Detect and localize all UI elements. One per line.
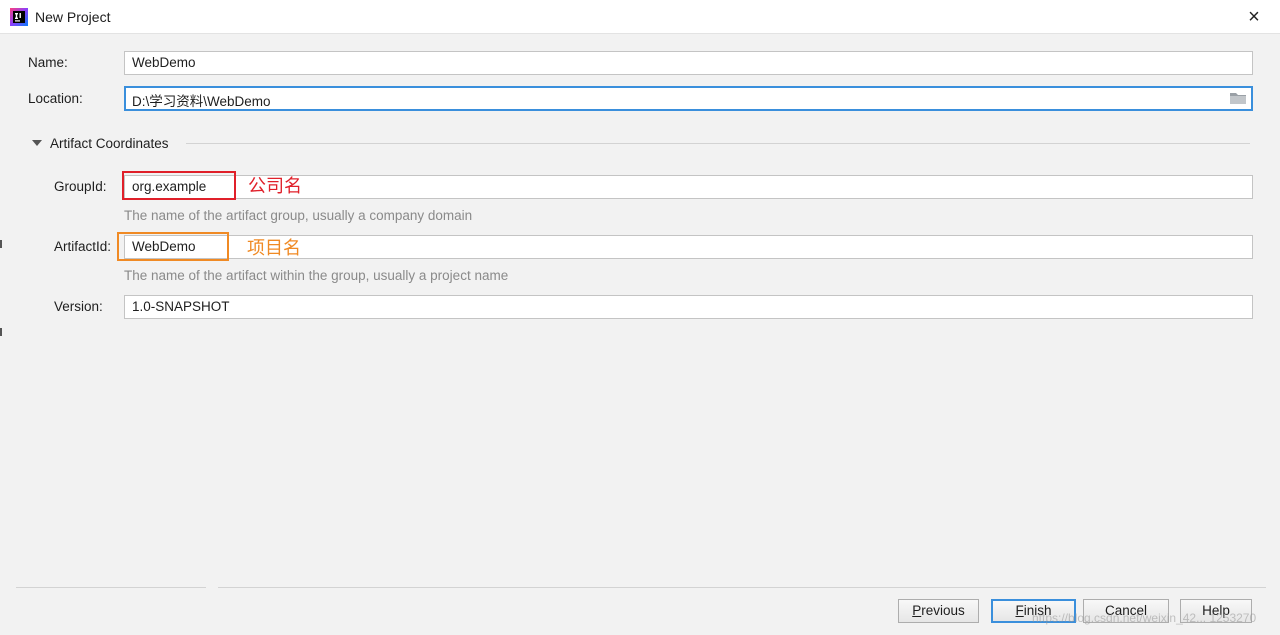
location-label: Location:	[28, 91, 83, 106]
groupid-annotation: 公司名	[248, 176, 302, 196]
artifactid-annotation: 项目名	[247, 238, 301, 258]
finish-mnemonic: F	[1015, 603, 1024, 618]
title-bar: New Project ×	[0, 0, 1280, 34]
name-value: WebDemo	[132, 55, 196, 70]
footer-divider-left	[16, 587, 206, 588]
previous-mnemonic: P	[912, 603, 922, 618]
intellij-app-icon	[10, 8, 28, 26]
groupid-hint: The name of the artifact group, usually …	[124, 208, 473, 223]
location-value: D:\学习资料\WebDemo	[132, 94, 271, 109]
artifactid-label: ArtifactId:	[54, 239, 112, 254]
name-label: Name:	[28, 55, 68, 70]
version-value: 1.0-SNAPSHOT	[132, 299, 230, 314]
artifactid-hint: The name of the artifact within the grou…	[124, 268, 509, 283]
groupid-highlight-box	[122, 171, 236, 200]
background-window-edge	[0, 240, 2, 248]
background-window-edge	[0, 328, 2, 336]
artifact-section-title: Artifact Coordinates	[50, 136, 169, 151]
groupid-label: GroupId:	[54, 179, 107, 194]
version-label: Version:	[54, 299, 103, 314]
previous-label: revious	[921, 603, 965, 618]
section-divider	[186, 143, 1250, 144]
footer-divider-right	[218, 587, 1266, 588]
csdn-watermark: https://blog.csdn.net/weixin_42... 12532…	[1032, 611, 1257, 625]
window-title: New Project	[35, 9, 111, 25]
artifactid-highlight-box	[117, 232, 229, 261]
folder-icon[interactable]	[1229, 90, 1247, 106]
close-button[interactable]: ×	[1242, 5, 1266, 29]
expand-triangle-icon	[32, 140, 42, 146]
version-field[interactable]: 1.0-SNAPSHOT	[124, 295, 1253, 319]
close-icon: ×	[1248, 5, 1260, 28]
previous-button[interactable]: Previous	[898, 599, 979, 623]
location-field[interactable]: D:\学习资料\WebDemo	[124, 86, 1253, 111]
name-field[interactable]: WebDemo	[124, 51, 1253, 75]
